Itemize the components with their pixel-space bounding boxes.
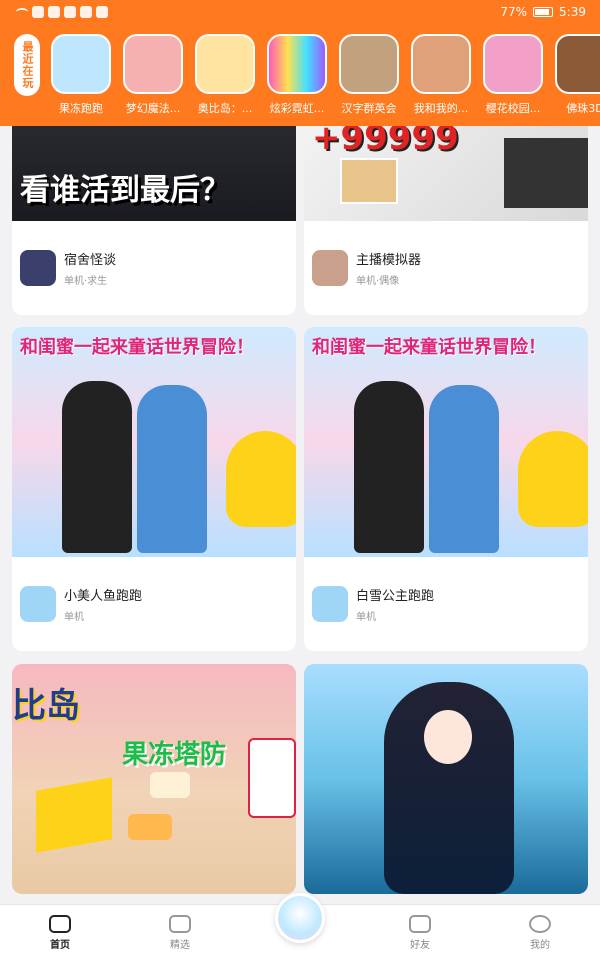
recent-game-label: 梦幻魔法... [125,102,181,115]
cheese-block [36,777,112,853]
top-header: 77% 5:39 最近在玩 果冻跑跑 梦幻魔法... 奥比岛：... 炫彩霓虹.… [0,0,600,126]
clock: 5:39 [559,5,586,19]
thumbnail-caption: 和闺蜜一起来童话世界冒险！ [312,337,546,358]
game-thumbnail: 和闺蜜一起来童话世界冒险！ [12,327,296,557]
status-bar: 77% 5:39 [0,0,600,24]
nav-center [240,893,360,960]
character-right [429,385,499,553]
game-info: 宿舍怪谈 单机·求生 [12,221,296,315]
recent-game-label: 我和我的... [413,102,469,115]
recent-game-item[interactable]: 汉字群英会 [338,34,400,116]
game-icon [312,250,348,286]
thumbnail-caption-top: 比岛 [12,686,80,726]
recent-game-icon [267,34,327,94]
game-category: 单机·偶像 [356,276,400,287]
thumbnail-caption: 和闺蜜一起来童话世界冒险！ [20,337,254,358]
recent-game-label: 奥比岛：... [197,102,253,115]
battery-percent: 77% [500,5,528,19]
cake-2 [128,814,172,840]
browser-icon [96,6,108,18]
recent-game-item[interactable]: 梦幻魔法... [122,34,184,116]
recent-game-item[interactable]: 奥比岛：... [194,34,256,116]
game-info: 白雪公主跑跑 单机 [304,557,588,651]
app-notify-icon-2 [64,6,76,18]
game-info: 小美人鱼跑跑 单机 [12,557,296,651]
wifi-icon [16,8,28,16]
status-right: 77% 5:39 [500,5,586,19]
nav-friends[interactable]: 好友 [360,905,480,960]
recently-played-strip: 最近在玩 果冻跑跑 梦幻魔法... 奥比岛：... 炫彩霓虹... 汉字群英会 … [0,24,600,116]
recent-game-item[interactable]: 樱花校园... [482,34,544,116]
anime-girl-face [424,710,472,764]
game-card[interactable]: +99999 主播模拟器 单机·偶像 [304,100,588,315]
game-thumbnail: 和闺蜜一起来童话世界冒险！ [304,327,588,557]
recent-game-label: 樱花校园... [485,102,541,115]
gamepad-icon [49,914,71,933]
game-icon [20,250,56,286]
game-card[interactable]: 和闺蜜一起来童话世界冒险！ 小美人鱼跑跑 单机 [12,327,296,651]
nav-me-label: 我的 [530,939,550,951]
recent-game-icon [555,34,600,94]
recent-game-label: 果冻跑跑 [59,102,103,115]
recent-game-label: 佛珠3D [566,102,600,115]
game-card[interactable] [304,664,588,894]
character-right [137,385,207,553]
thumbnail-caption: 看谁活到最后？ [20,173,230,208]
recent-game-item[interactable]: 我和我的... [410,34,472,116]
game-category: 单机 [356,612,376,623]
smile-icon [529,914,551,933]
yellow-duck [518,431,588,527]
game-name: 白雪公主跑跑 [356,589,435,604]
game-category: 单机·求生 [64,276,108,287]
nav-home-label: 首页 [50,939,70,951]
wechat-icon [48,6,60,18]
game-thumbnail [304,664,588,894]
keyboard-image [504,138,588,208]
recent-game-label: 炫彩霓虹... [269,102,325,115]
center-mascot-button[interactable] [275,893,325,943]
game-icon [20,586,56,622]
nav-featured[interactable]: 精选 [120,905,240,960]
game-info: 主播模拟器 单机·偶像 [304,221,588,315]
recent-game-icon [195,34,255,94]
character-left [62,381,132,553]
recent-game-icon [411,34,471,94]
game-card[interactable]: 比岛 果冻塔防 [12,664,296,894]
mail-icon [80,6,92,18]
recent-game-item[interactable]: 炫彩霓虹... [266,34,328,116]
recent-game-icon [483,34,543,94]
battery-icon [533,7,554,17]
recent-game-item[interactable]: 佛珠3D [554,34,600,116]
robot-character [248,738,296,818]
recent-game-icon [51,34,111,94]
game-name: 主播模拟器 [356,253,422,268]
game-card[interactable]: 看谁活到最后？ 宿舍怪谈 单机·求生 [12,100,296,315]
recent-game-icon [123,34,183,94]
star-icon [169,914,191,933]
game-thumbnail: 比岛 果冻塔防 [12,664,296,894]
recently-played-tag: 最近在玩 [14,34,40,96]
recent-game-icon [339,34,399,94]
nav-featured-label: 精选 [170,939,190,951]
recent-game-item[interactable]: 果冻跑跑 [50,34,112,116]
doge-sticker [340,158,398,204]
status-icons [16,6,108,18]
game-name: 宿舍怪谈 [64,253,117,268]
ghost-icon [409,914,431,933]
recent-game-label: 汉字群英会 [341,102,397,115]
nav-friends-label: 好友 [410,939,430,951]
bottom-navigation: 首页 精选 好友 我的 [0,893,600,960]
nav-me[interactable]: 我的 [480,905,600,960]
app-notify-icon [32,6,44,18]
nav-home[interactable]: 首页 [0,905,120,960]
game-name: 小美人鱼跑跑 [64,589,143,604]
game-card[interactable]: 和闺蜜一起来童话世界冒险！ 白雪公主跑跑 单机 [304,327,588,651]
game-icon [312,586,348,622]
game-category: 单机 [64,612,84,623]
character-left [354,381,424,553]
cake-1 [150,772,190,798]
yellow-duck [226,431,296,527]
